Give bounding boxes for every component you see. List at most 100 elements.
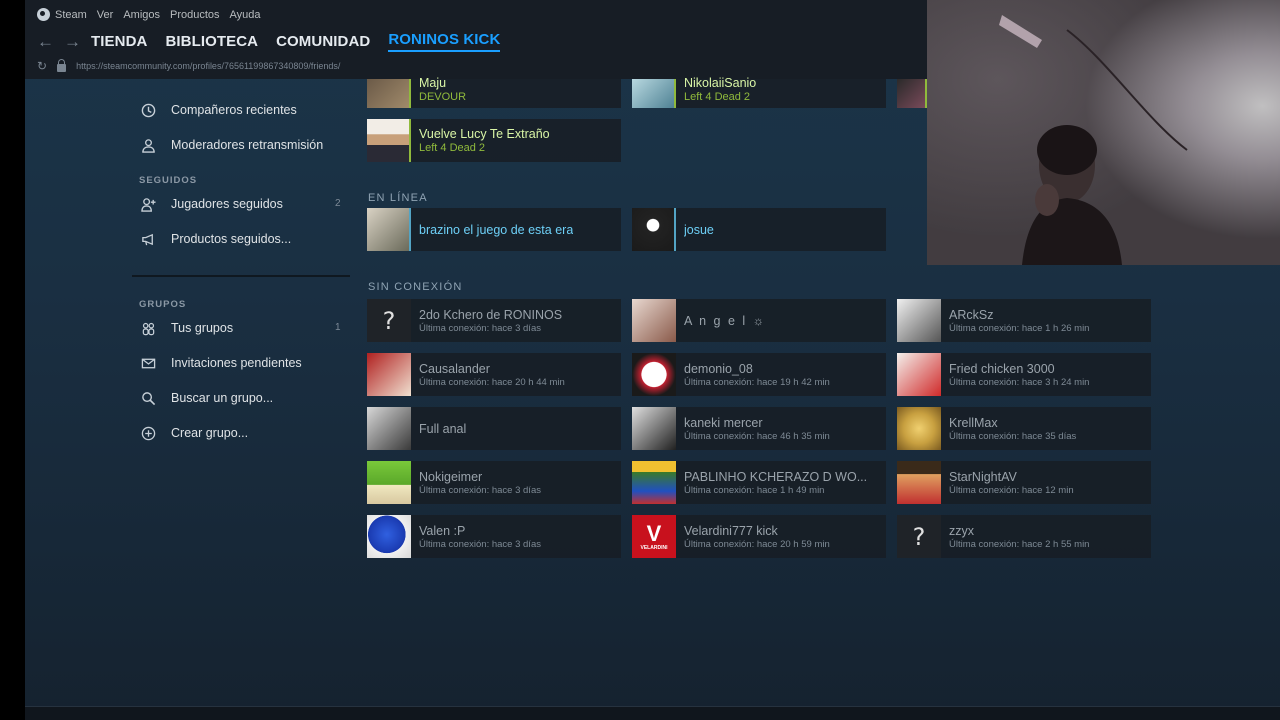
avatar: [367, 461, 411, 504]
friend-tile-offline[interactable]: ARckSz Última conexión: hace 1 h 26 min: [897, 299, 1151, 342]
friend-name: KrellMax: [949, 415, 998, 430]
friend-last-seen: Última conexión: hace 20 h 59 min: [684, 538, 830, 550]
bottom-bar: [25, 706, 1280, 720]
question-mark-icon: ?: [367, 299, 411, 342]
friend-tile-ingame[interactable]: Maju DEVOUR: [367, 76, 621, 108]
friend-name: kaneki mercer: [684, 415, 763, 430]
friend-tile-offline[interactable]: PABLINHO KCHERAZO D WO... Última conexión…: [632, 461, 886, 504]
avatar: [632, 353, 676, 396]
menu-amigos[interactable]: Amigos: [123, 9, 160, 21]
friend-tile-offline[interactable]: ? zzyx Última conexión: hace 2 h 55 min: [897, 515, 1151, 558]
sidebar-item-create-group[interactable]: Crear grupo...: [139, 423, 248, 443]
friend-name: Valen :P: [419, 523, 466, 538]
reload-icon[interactable]: ↻: [37, 59, 47, 73]
velardini-logo-icon: V VELARDINI: [632, 515, 676, 558]
friend-name: StarNightAV: [949, 469, 1017, 484]
friend-last-seen: Última conexión: hace 46 h 35 min: [684, 430, 830, 442]
clock-icon: [139, 101, 157, 119]
avatar: [367, 119, 411, 162]
url-text[interactable]: https://steamcommunity.com/profiles/7656…: [76, 61, 340, 71]
person-plus-icon: [139, 195, 157, 213]
menu-steam[interactable]: Steam: [37, 8, 87, 21]
sidebar-item-label: Jugadores seguidos: [171, 197, 283, 211]
friend-last-seen: Última conexión: hace 3 días: [419, 538, 541, 550]
friend-tile-offline[interactable]: Causalander Última conexión: hace 20 h 44…: [367, 353, 621, 396]
sidebar-item-recent[interactable]: Compañeros recientes: [139, 100, 297, 120]
friend-name: zzyx: [949, 523, 974, 538]
friend-name: Causalander: [419, 361, 490, 376]
friend-tile-offline[interactable]: Full anal: [367, 407, 621, 450]
sidebar-item-label: Invitaciones pendientes: [171, 356, 302, 370]
menu-ver[interactable]: Ver: [97, 9, 114, 21]
sidebar-item-label: Moderadores retransmisión: [171, 138, 324, 152]
avatar: [367, 515, 411, 558]
friend-tile-offline[interactable]: StarNightAV Última conexión: hace 12 min: [897, 461, 1151, 504]
main-nav: ← → TIENDA BIBLIOTECA COMUNIDAD RONINOS …: [37, 31, 518, 52]
sidebar-item-label: Buscar un grupo...: [171, 391, 274, 405]
sidebar-item-label: Crear grupo...: [171, 426, 249, 440]
friend-last-seen: Última conexión: hace 19 h 42 min: [684, 376, 830, 388]
online-section-label: EN LÍNEA: [368, 192, 428, 204]
menu-productos[interactable]: Productos: [170, 9, 220, 21]
friend-last-seen: Última conexión: hace 2 h 55 min: [949, 538, 1090, 550]
steam-logo-icon: [37, 8, 50, 21]
friend-name: demonio_08: [684, 361, 753, 376]
friend-last-seen: Última conexión: hace 1 h 49 min: [684, 484, 825, 496]
friend-tile-offline[interactable]: Nokigeimer Última conexión: hace 3 días: [367, 461, 621, 504]
tab-biblioteca[interactable]: BIBLIOTECA: [165, 33, 258, 50]
avatar: [632, 299, 676, 342]
menu-steam-label: Steam: [55, 8, 87, 21]
friend-tile-offline[interactable]: A n g e l ☼: [632, 299, 886, 342]
avatar: V VELARDINI: [632, 515, 676, 558]
friend-tile-ingame[interactable]: NikolaiiSanio Left 4 Dead 2: [632, 76, 886, 108]
friend-tile-offline[interactable]: demonio_08 Última conexión: hace 19 h 42 …: [632, 353, 886, 396]
friend-name: josue: [684, 222, 714, 237]
friend-last-seen: Última conexión: hace 20 h 44 min: [419, 376, 565, 388]
friend-tile-offline[interactable]: ? 2do Kchero de RONINOS Última conexión: …: [367, 299, 621, 342]
avatar: [897, 299, 941, 342]
sidebar-item-pending-invites[interactable]: Invitaciones pendientes: [139, 353, 302, 373]
friend-tile-offline[interactable]: KrellMax Última conexión: hace 35 días: [897, 407, 1151, 450]
avatar: [367, 208, 411, 251]
friend-last-seen: Última conexión: hace 1 h 26 min: [949, 322, 1090, 334]
search-icon: [139, 389, 157, 407]
friend-tile-ingame[interactable]: Vuelve Lucy Te Extraño Left 4 Dead 2: [367, 119, 621, 162]
megaphone-icon: [139, 230, 157, 248]
sidebar-item-your-groups[interactable]: Tus grupos: [139, 318, 233, 338]
menu-ayuda[interactable]: Ayuda: [230, 9, 261, 21]
sidebar-item-label: Productos seguidos...: [171, 232, 292, 246]
friend-name: Velardini777 kick: [684, 523, 778, 538]
friend-tile-online[interactable]: josue: [632, 208, 886, 251]
sidebar-item-search-group[interactable]: Buscar un grupo...: [139, 388, 273, 408]
sidebar-item-followed-players[interactable]: Jugadores seguidos: [139, 194, 283, 214]
forward-arrow-icon[interactable]: →: [64, 32, 91, 52]
sidebar-item-moderators[interactable]: Moderadores retransmisión: [139, 135, 323, 155]
window-left-edge: [0, 0, 25, 720]
avatar: [367, 407, 411, 450]
friend-tile-online[interactable]: brazino el juego de esta era: [367, 208, 621, 251]
friend-tile-offline[interactable]: kaneki mercer Última conexión: hace 46 h …: [632, 407, 886, 450]
person-icon: [139, 136, 157, 154]
tab-tienda[interactable]: TIENDA: [91, 33, 147, 50]
back-arrow-icon[interactable]: ←: [37, 32, 64, 52]
tab-comunidad[interactable]: COMUNIDAD: [276, 33, 370, 50]
sidebar-item-followed-products[interactable]: Productos seguidos...: [139, 229, 291, 249]
friend-tile-offline[interactable]: V VELARDINI Velardini777 kick Última cone…: [632, 515, 886, 558]
tab-profile[interactable]: RONINOS KICK: [388, 31, 501, 52]
friend-last-seen: Última conexión: hace 3 días: [419, 322, 541, 334]
friend-name: PABLINHO KCHERAZO D WO...: [684, 469, 868, 484]
avatar: ?: [367, 299, 411, 342]
avatar: [367, 353, 411, 396]
friend-tile-offline[interactable]: Fried chicken 3000 Última conexión: hace …: [897, 353, 1151, 396]
avatar: [897, 407, 941, 450]
avatar: [632, 208, 676, 251]
sidebar-item-label: Tus grupos: [171, 321, 234, 335]
logo-letter: V: [646, 520, 662, 546]
avatar: ?: [897, 515, 941, 558]
avatar: [632, 79, 676, 108]
friend-tile-ingame-partial[interactable]: [897, 79, 927, 108]
friend-name: 2do Kchero de RONINOS: [419, 307, 563, 322]
friend-tile-offline[interactable]: Valen :P Última conexión: hace 3 días: [367, 515, 621, 558]
avatar: [897, 461, 941, 504]
offline-section-label: SIN CONEXIÓN: [368, 281, 463, 293]
